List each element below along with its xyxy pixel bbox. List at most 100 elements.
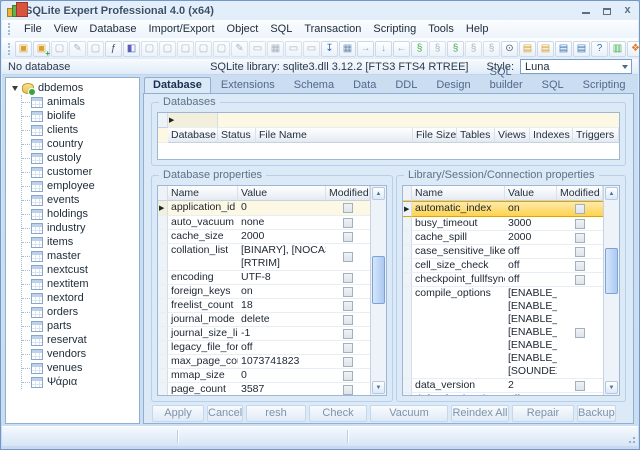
scroll-down-icon[interactable]: ▼	[372, 381, 385, 394]
load-extension-icon[interactable]: ↧	[321, 40, 338, 57]
new-database-icon[interactable]: ▣ +	[33, 40, 50, 58]
resize-grip[interactable]	[626, 434, 636, 444]
column-header[interactable]: Database	[168, 128, 218, 143]
tab-schema[interactable]: Schema	[285, 77, 343, 93]
vacuum-button[interactable]: Vacuum	[370, 405, 448, 422]
tree-item-table[interactable]: holdings	[22, 207, 139, 221]
keyboard-icon[interactable]: ▦	[339, 40, 356, 57]
apply-button[interactable]: Apply	[152, 405, 204, 422]
column-header[interactable]: File Size	[413, 128, 457, 143]
check-updates-icon[interactable]: ▥	[609, 40, 626, 57]
column-header-value[interactable]: Value	[238, 186, 326, 201]
column-header[interactable]: Triggers	[573, 128, 619, 143]
repair-button[interactable]: Repair	[512, 405, 574, 422]
menu-file[interactable]: File	[18, 21, 48, 37]
column-header[interactable]: Indexes	[530, 128, 573, 143]
vertical-scrollbar[interactable]: ▲ ▼	[603, 186, 619, 395]
column-header-name[interactable]: Name	[412, 186, 505, 201]
help-icon[interactable]: ?	[591, 40, 608, 57]
tab-design[interactable]: Design	[427, 77, 479, 93]
tree-item-table[interactable]: events	[22, 193, 139, 207]
menu-object[interactable]: Object	[221, 21, 265, 37]
scrollbar-thumb[interactable]	[605, 248, 618, 294]
tab-ddl[interactable]: DDL	[386, 77, 426, 93]
minimize-button[interactable]	[580, 5, 591, 16]
tree-item-table[interactable]: items	[22, 235, 139, 249]
collapse-arrow-icon[interactable]	[12, 85, 18, 91]
encrypt-database-icon[interactable]: ▢	[87, 40, 104, 57]
export-wizard-icon[interactable]: ▤	[537, 40, 554, 57]
go-last-icon[interactable]: ↓	[375, 40, 392, 57]
begin-transaction-icon[interactable]: §	[411, 40, 428, 57]
column-header-name[interactable]: Name	[168, 186, 238, 201]
scrollbar-thumb[interactable]	[372, 256, 385, 304]
script-save-icon[interactable]: §	[465, 40, 482, 57]
close-button[interactable]: x	[622, 5, 633, 16]
scroll-up-icon[interactable]: ▲	[605, 187, 618, 200]
drop-table-icon[interactable]: ▢	[177, 40, 194, 57]
backup-button[interactable]: Backup	[577, 405, 616, 422]
refresh-button[interactable]: resh	[246, 405, 306, 422]
tree-item-table[interactable]: animals	[22, 95, 139, 109]
reindex-all-tables-button[interactable]: Reindex All Tables	[451, 405, 509, 422]
tree-item-table[interactable]: country	[22, 137, 139, 151]
tree-item-table[interactable]: venues	[22, 361, 139, 375]
detach-database-icon[interactable]: ▤	[573, 40, 590, 57]
menu-help[interactable]: Help	[460, 21, 495, 37]
check-button[interactable]: Check	[309, 405, 367, 422]
column-header-modified[interactable]: Modified	[557, 186, 603, 201]
go-next-icon[interactable]: →	[357, 40, 374, 57]
tree-item-table[interactable]: nextcust	[22, 263, 139, 277]
tree-item-table[interactable]: parts	[22, 319, 139, 333]
tree-item-table[interactable]: vendors	[22, 347, 139, 361]
modify-icon[interactable]: ✎	[231, 40, 248, 57]
attach-database-icon[interactable]: ▤	[555, 40, 572, 57]
grid-view-icon[interactable]: ▦	[267, 40, 284, 57]
exit-icon[interactable]: ◧	[123, 40, 140, 57]
tree-item-table[interactable]: customer	[22, 165, 139, 179]
column-header-value[interactable]: Value	[505, 186, 557, 201]
new-window-icon[interactable]: ▭	[303, 40, 320, 57]
import-wizard-icon[interactable]: ▤	[519, 40, 536, 57]
tree-item-table[interactable]: custoly	[22, 151, 139, 165]
style-select[interactable]: Luna	[520, 59, 632, 74]
column-header[interactable]: Views	[495, 128, 530, 143]
scroll-up-icon[interactable]: ▲	[372, 187, 385, 200]
tab-database[interactable]: Database	[144, 77, 211, 93]
vertical-scrollbar[interactable]: ▲ ▼	[370, 186, 386, 395]
column-header[interactable]: Status	[218, 128, 256, 143]
tab-extensions[interactable]: Extensions	[212, 77, 284, 93]
open-database-icon[interactable]: ▣	[15, 40, 32, 57]
tree-item-table[interactable]: Ψάρια	[22, 375, 139, 389]
tab-data[interactable]: Data	[344, 77, 385, 93]
menu-tools[interactable]: Tools	[422, 21, 460, 37]
column-header[interactable]: Tables	[457, 128, 495, 143]
restructure-icon[interactable]: ▭	[249, 40, 266, 57]
close-database-icon[interactable]: ▢	[51, 40, 68, 57]
script-open-icon[interactable]: §	[483, 40, 500, 57]
rename-database-icon[interactable]: ✎	[69, 40, 86, 57]
menu-transaction[interactable]: Transaction	[298, 21, 367, 37]
menu-view[interactable]: View	[48, 21, 84, 37]
tree-item-database-root[interactable]: dbdemos	[6, 81, 139, 96]
sql-functions-icon[interactable]: ƒ	[105, 40, 122, 57]
new-view-icon[interactable]: ▢	[195, 40, 212, 57]
edit-view-icon[interactable]: ▢	[213, 40, 230, 57]
tree-item-table[interactable]: orders	[22, 305, 139, 319]
new-table-icon[interactable]: ▢	[141, 40, 158, 57]
timer-icon[interactable]: ⊙	[501, 40, 518, 57]
menu-sql[interactable]: SQL	[264, 21, 298, 37]
menu-database[interactable]: Database	[83, 21, 142, 37]
tree-item-table[interactable]: biolife	[22, 109, 139, 123]
menu-scripting[interactable]: Scripting	[367, 21, 422, 37]
tab-sql[interactable]: SQL	[533, 77, 573, 93]
scroll-down-icon[interactable]: ▼	[605, 381, 618, 394]
tree-item-table[interactable]: master	[22, 249, 139, 263]
rollback-transaction-icon[interactable]: §	[447, 40, 464, 57]
style-settings-icon[interactable]: ❖	[627, 40, 639, 57]
edit-table-icon[interactable]: ▢	[159, 40, 176, 57]
column-header[interactable]: File Name	[256, 128, 413, 143]
tree-item-table[interactable]: reservat	[22, 333, 139, 347]
tree-item-table[interactable]: employee	[22, 179, 139, 193]
tree-item-table[interactable]: nextord	[22, 291, 139, 305]
